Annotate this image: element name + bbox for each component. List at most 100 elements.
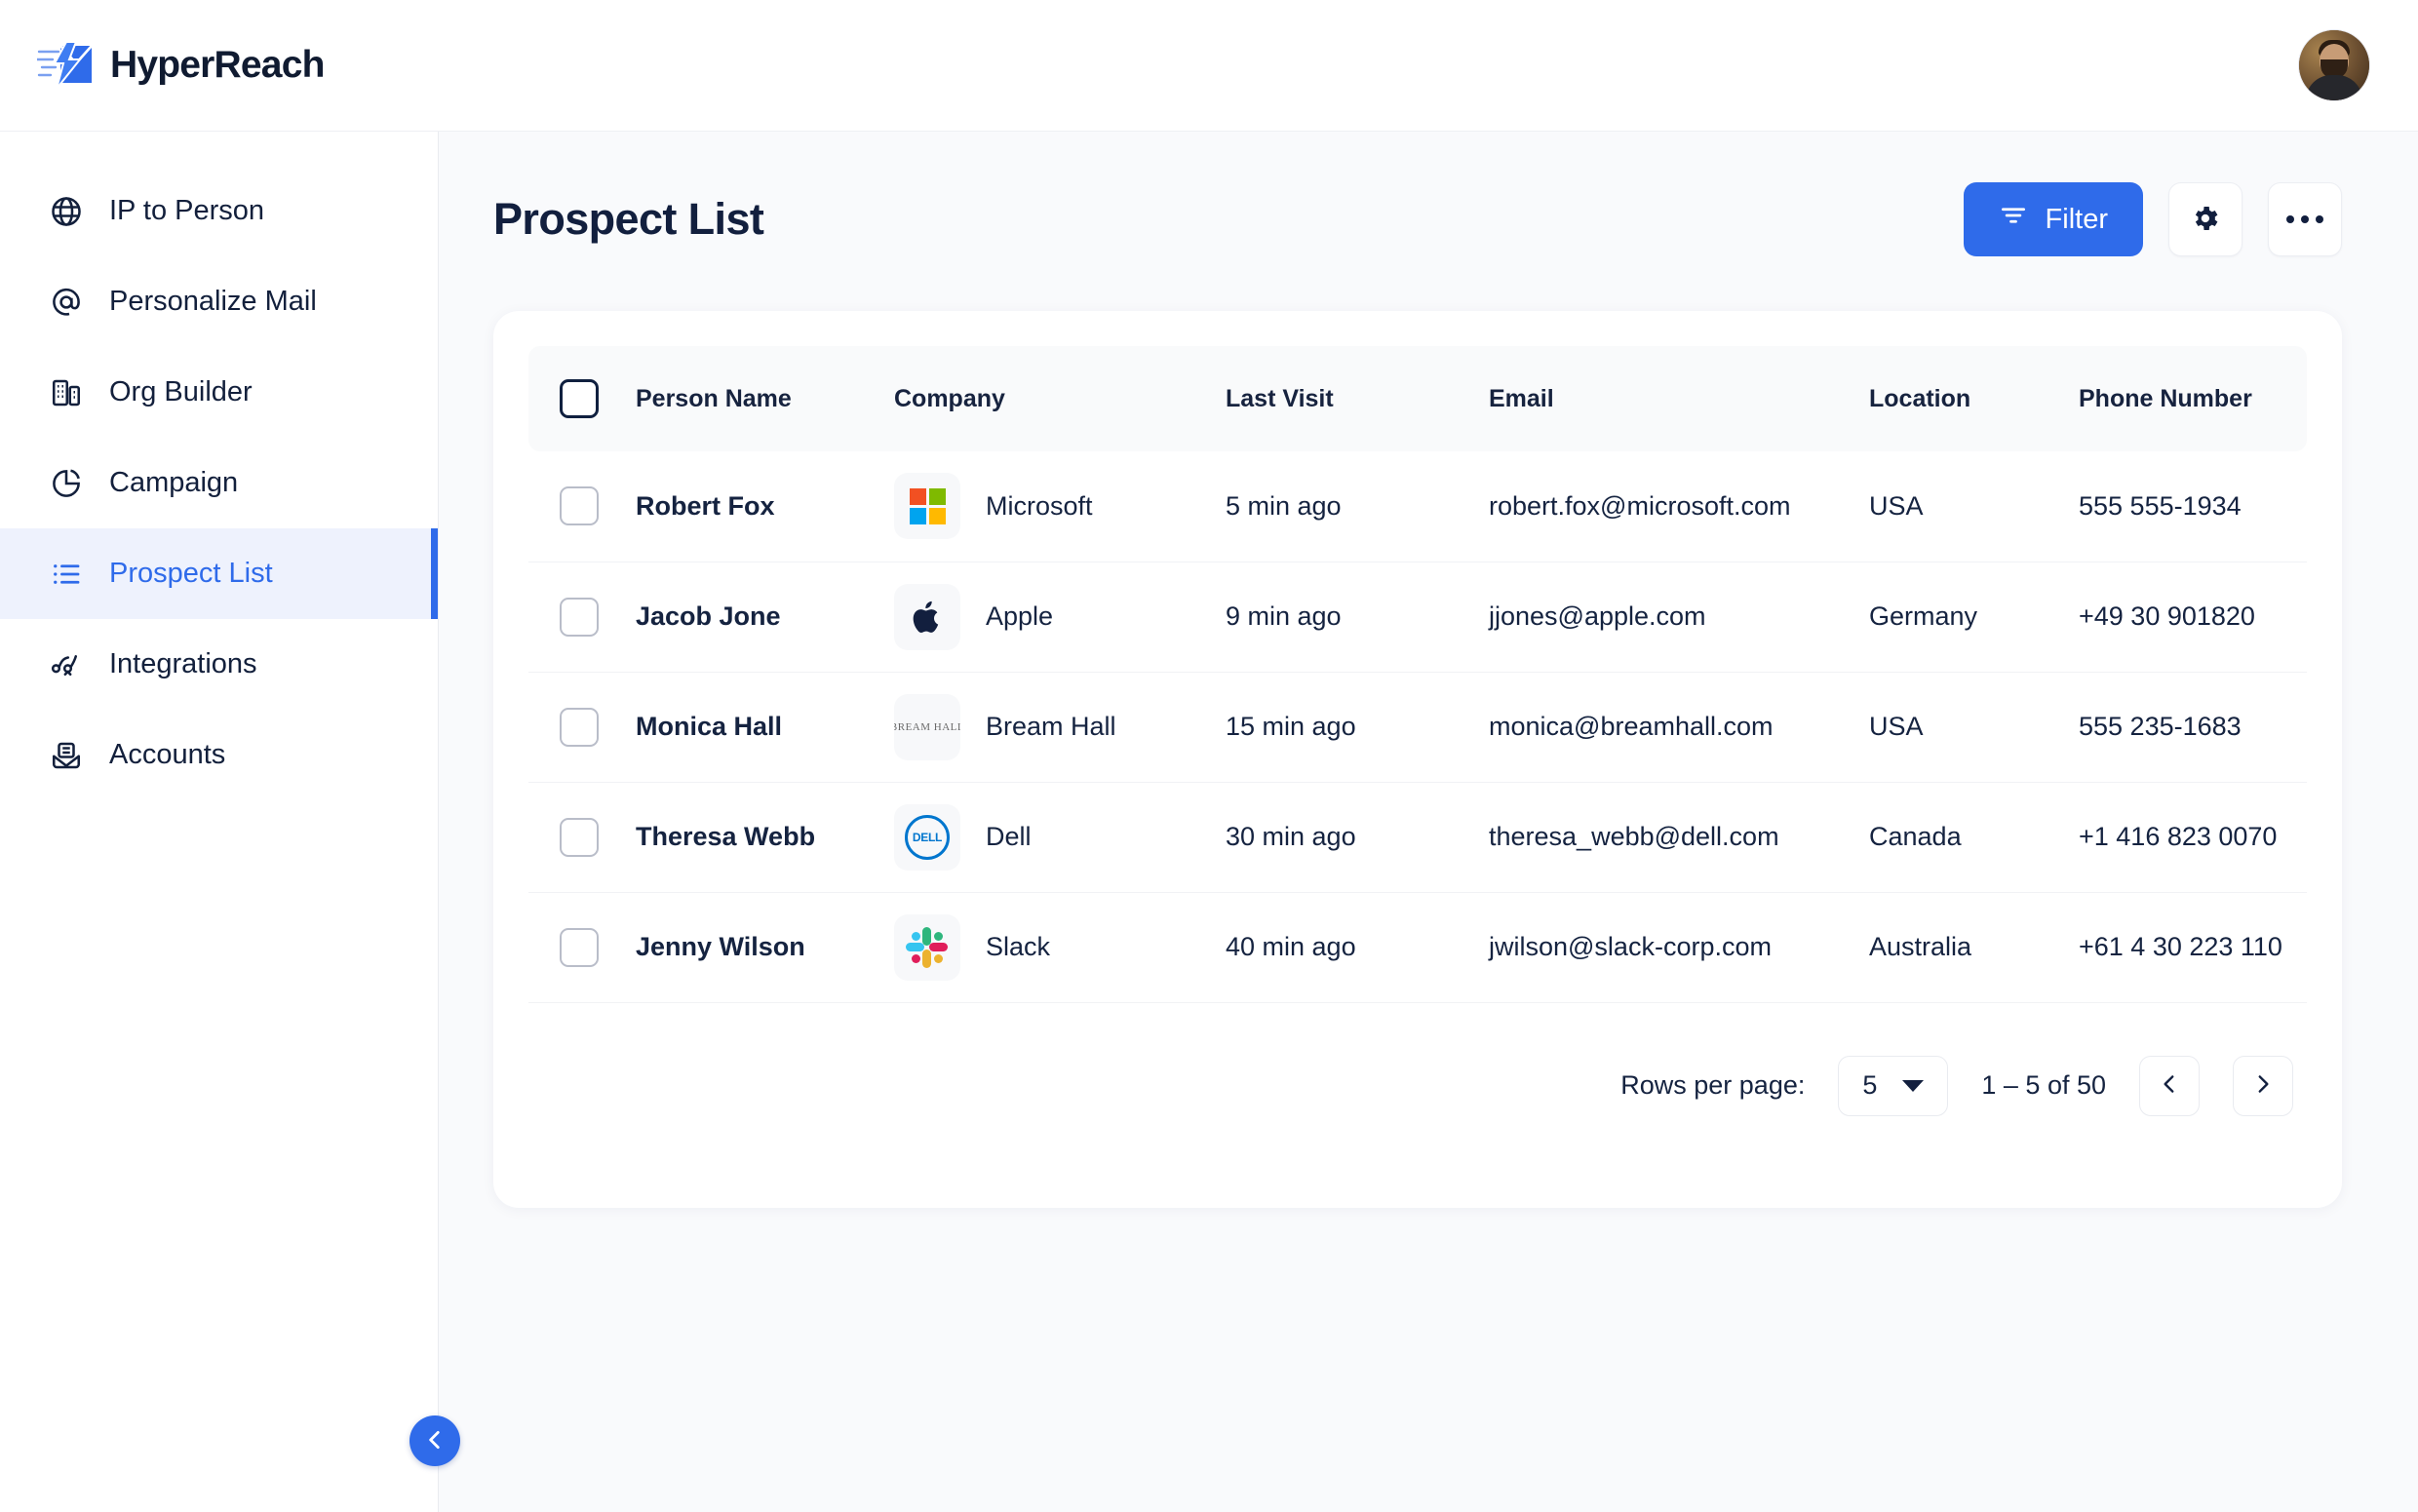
previous-page-button[interactable] xyxy=(2139,1056,2200,1116)
column-header-company[interactable]: Company xyxy=(894,346,1226,451)
bream-hall-logo: BREAM HALL xyxy=(894,694,960,760)
cell-phone: +61 4 30 223 110 xyxy=(2079,892,2307,1002)
sidebar-item-accounts[interactable]: Accounts xyxy=(0,710,438,800)
inbox-mail-icon xyxy=(49,738,84,773)
table-row[interactable]: Monica Hall BREAM HALL Bream Hall 15 min… xyxy=(528,672,2307,782)
cell-person-name: Robert Fox xyxy=(636,451,894,562)
table-row[interactable]: Jenny Wilson xyxy=(528,892,2307,1002)
apple-logo xyxy=(894,584,960,650)
filter-lines-icon xyxy=(1999,201,2028,238)
list-icon xyxy=(49,557,84,592)
chevron-left-icon xyxy=(422,1427,448,1455)
sidebar-item-ip-to-person[interactable]: IP to Person xyxy=(0,166,438,256)
cell-email: jwilson@slack-corp.com xyxy=(1489,892,1869,1002)
cell-last-visit: 15 min ago xyxy=(1226,672,1489,782)
cell-location: Australia xyxy=(1869,892,2079,1002)
dell-logo: DELL xyxy=(894,804,960,871)
cell-company-label: Bream Hall xyxy=(986,712,1116,742)
column-header-location[interactable]: Location xyxy=(1869,346,2079,451)
sidebar-item-label: Prospect List xyxy=(109,560,273,588)
sidebar-item-label: Integrations xyxy=(109,650,257,678)
select-all-checkbox[interactable] xyxy=(560,379,599,418)
next-page-button[interactable] xyxy=(2233,1056,2293,1116)
cell-company-label: Dell xyxy=(986,822,1032,852)
sidebar-collapse-button[interactable] xyxy=(410,1415,460,1466)
sidebar-item-label: Org Builder xyxy=(109,378,253,407)
table-row[interactable]: Jacob Jone Apple 9 min xyxy=(528,562,2307,672)
sidebar-item-campaign[interactable]: Campaign xyxy=(0,438,438,528)
sidebar-item-prospect-list[interactable]: Prospect List xyxy=(0,528,438,619)
column-header-person-name[interactable]: Person Name xyxy=(636,346,894,451)
cell-email: jjones@apple.com xyxy=(1489,562,1869,672)
filter-button-label: Filter xyxy=(2046,204,2108,236)
gear-icon xyxy=(2190,203,2221,237)
cell-location: USA xyxy=(1869,672,2079,782)
cell-email: robert.fox@microsoft.com xyxy=(1489,451,1869,562)
row-checkbox[interactable] xyxy=(560,486,599,525)
cell-company: BREAM HALL Bream Hall xyxy=(894,672,1226,782)
cell-location: Germany xyxy=(1869,562,2079,672)
at-sign-icon xyxy=(49,285,84,320)
cell-email: monica@breamhall.com xyxy=(1489,672,1869,782)
cell-last-visit: 30 min ago xyxy=(1226,782,1489,892)
sidebar-item-label: Accounts xyxy=(109,741,225,769)
cell-phone: +1 416 823 0070 xyxy=(2079,782,2307,892)
hyperreach-bolt-mail-logo xyxy=(37,40,94,91)
page-title: Prospect List xyxy=(493,194,763,245)
cell-person-name: Jacob Jone xyxy=(636,562,894,672)
cell-company: Microsoft xyxy=(894,451,1226,562)
main-content: Prospect List Filter xyxy=(439,132,2418,1512)
ellipsis-icon xyxy=(2286,215,2323,223)
row-checkbox[interactable] xyxy=(560,818,599,857)
row-select-cell xyxy=(528,562,636,672)
row-select-cell xyxy=(528,782,636,892)
avatar[interactable] xyxy=(2299,30,2369,100)
nodes-link-icon xyxy=(49,647,84,682)
row-select-cell xyxy=(528,892,636,1002)
column-header-phone-number[interactable]: Phone Number xyxy=(2079,346,2307,451)
rows-per-page-select[interactable]: 5 xyxy=(1838,1056,1948,1116)
table-row[interactable]: Theresa Webb DELL Dell 3 xyxy=(528,782,2307,892)
cell-last-visit: 40 min ago xyxy=(1226,892,1489,1002)
column-header-last-visit[interactable]: Last Visit xyxy=(1226,346,1489,451)
cell-company-label: Microsoft xyxy=(986,491,1093,522)
page-header: Prospect List Filter xyxy=(493,182,2342,256)
filter-button[interactable]: Filter xyxy=(1964,182,2143,256)
table-row[interactable]: Robert Fox Microsoft xyxy=(528,451,2307,562)
row-checkbox[interactable] xyxy=(560,928,599,967)
building-icon xyxy=(49,375,84,410)
sidebar-item-label: Campaign xyxy=(109,469,238,497)
bream-hall-logo-text: BREAM HALL xyxy=(894,721,960,733)
cell-company-label: Slack xyxy=(986,932,1050,962)
cell-company: Apple xyxy=(894,562,1226,672)
cell-company: Slack xyxy=(894,892,1226,1002)
sidebar-item-org-builder[interactable]: Org Builder xyxy=(0,347,438,438)
cell-person-name: Jenny Wilson xyxy=(636,892,894,1002)
chevron-right-icon xyxy=(2250,1071,2276,1100)
table-head: Person Name Company Last Visit Email Loc… xyxy=(528,346,2307,451)
sidebar-item-personalize-mail[interactable]: Personalize Mail xyxy=(0,256,438,347)
column-header-email[interactable]: Email xyxy=(1489,346,1869,451)
app-root: HyperReach IP to Person xyxy=(0,0,2418,1512)
globe-icon xyxy=(49,194,84,229)
prospect-table: Person Name Company Last Visit Email Loc… xyxy=(528,346,2307,1003)
prospect-table-card: Person Name Company Last Visit Email Loc… xyxy=(493,311,2342,1208)
pagination-range: 1 – 5 of 50 xyxy=(1981,1070,2106,1101)
cell-phone: +49 30 901820 xyxy=(2079,562,2307,672)
table-header-row: Person Name Company Last Visit Email Loc… xyxy=(528,346,2307,451)
chevron-left-icon xyxy=(2157,1071,2182,1100)
more-options-button[interactable] xyxy=(2268,182,2342,256)
rows-per-page-label: Rows per page: xyxy=(1620,1070,1805,1101)
cell-phone: 555 235-1683 xyxy=(2079,672,2307,782)
cell-phone: 555 555-1934 xyxy=(2079,451,2307,562)
row-checkbox[interactable] xyxy=(560,598,599,637)
settings-button[interactable] xyxy=(2168,182,2242,256)
sidebar-item-label: Personalize Mail xyxy=(109,288,317,316)
cell-email: theresa_webb@dell.com xyxy=(1489,782,1869,892)
brand[interactable]: HyperReach xyxy=(37,40,325,91)
brand-name: HyperReach xyxy=(110,44,325,87)
sidebar-item-integrations[interactable]: Integrations xyxy=(0,619,438,710)
row-checkbox[interactable] xyxy=(560,708,599,747)
select-all-header xyxy=(528,346,636,451)
chevron-down-icon xyxy=(1902,1080,1924,1092)
